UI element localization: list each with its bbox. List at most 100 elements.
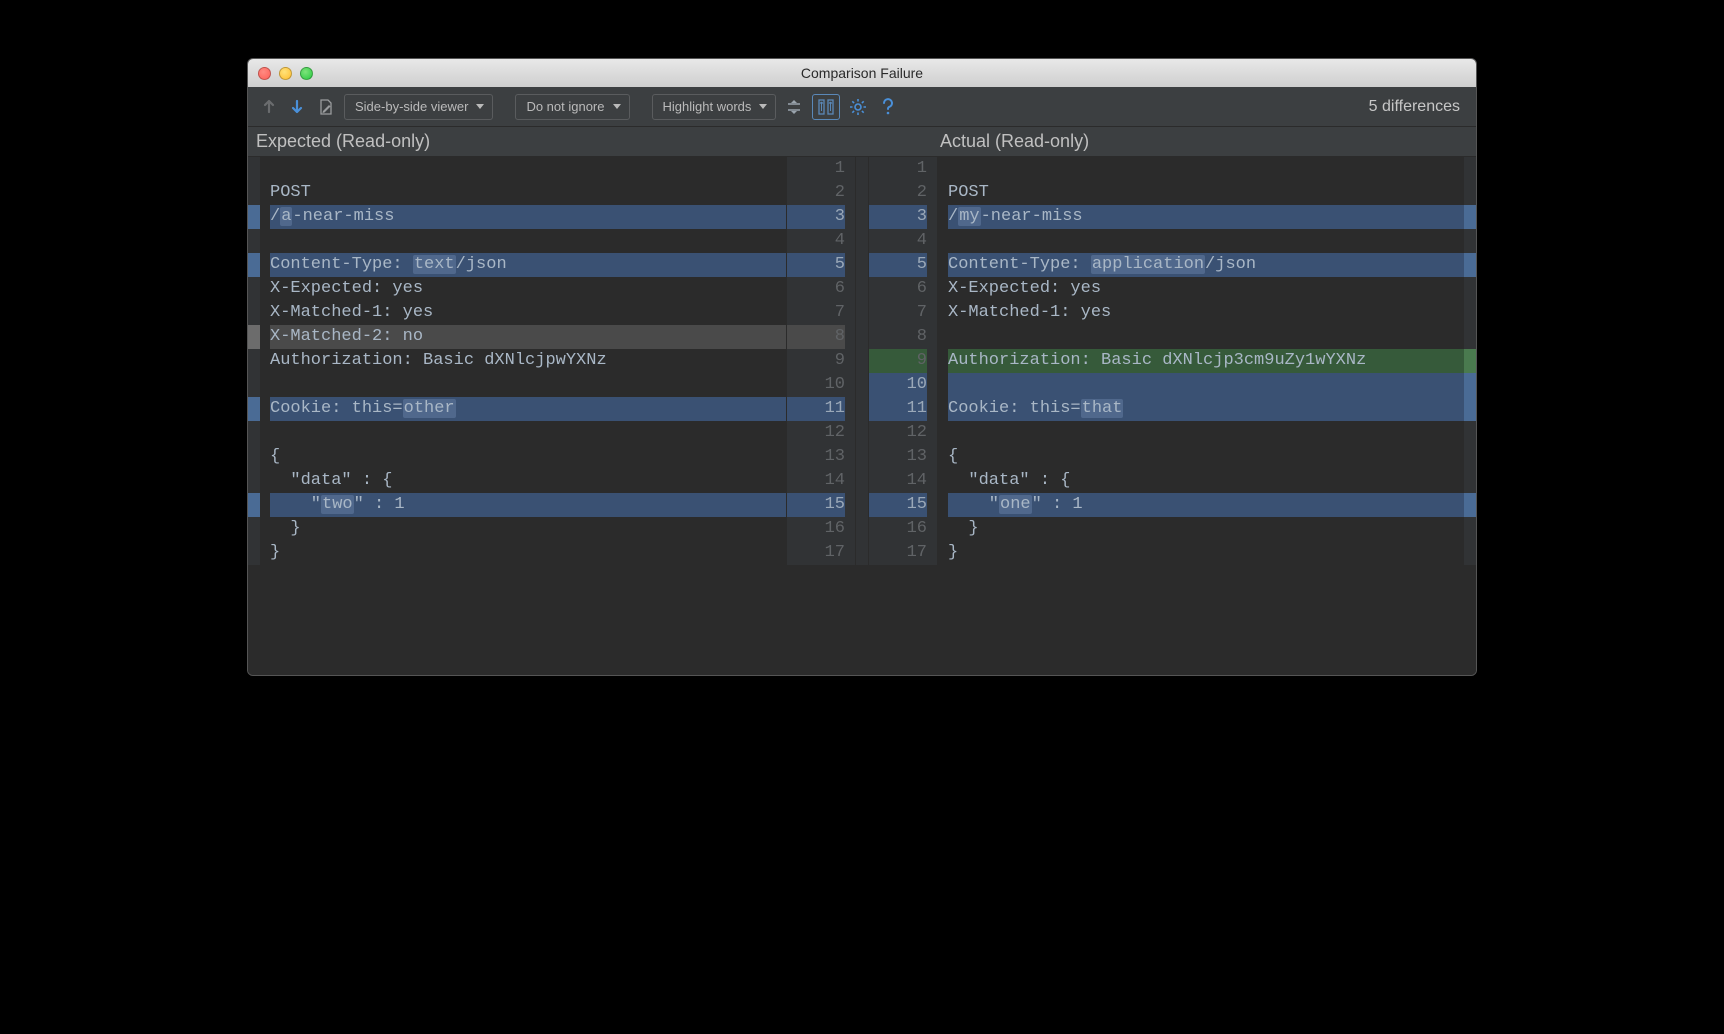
code-line: X-Expected: yes — [270, 277, 786, 301]
code-line: /a-near-miss — [270, 205, 786, 229]
line-number: 1 — [787, 157, 845, 181]
code-line: { — [270, 445, 786, 469]
code-line: Content-Type: text/json — [270, 253, 786, 277]
edit-file-icon[interactable] — [314, 95, 338, 119]
line-number: 5 — [869, 253, 927, 277]
diff-marker — [1464, 397, 1476, 421]
code-line: "two" : 1 — [270, 493, 786, 517]
code-line: /my-near-miss — [948, 205, 1464, 229]
code-line: X-Matched-2: no — [270, 325, 786, 349]
differences-count: 5 differences — [1369, 98, 1466, 116]
diff-marker — [1464, 445, 1476, 469]
line-number: 6 — [787, 277, 845, 301]
line-number: 7 — [869, 301, 927, 325]
line-number: 3 — [869, 205, 927, 229]
line-number: 14 — [869, 469, 927, 493]
ignore-dropdown[interactable]: Do not ignore — [515, 94, 629, 120]
code-line — [270, 157, 786, 181]
highlight-label: Highlight words — [663, 99, 752, 114]
next-diff-button[interactable] — [286, 96, 308, 118]
code-line: } — [270, 541, 786, 565]
diff-marker — [1464, 253, 1476, 277]
diff-marker — [1464, 541, 1476, 565]
diff-marker — [248, 301, 260, 325]
line-number: 8 — [787, 325, 845, 349]
diff-marker — [248, 469, 260, 493]
middle-gutter — [856, 157, 868, 565]
line-number: 15 — [869, 493, 927, 517]
code-line — [948, 325, 1464, 349]
line-number: 1 — [869, 157, 927, 181]
code-line: X-Matched-1: yes — [270, 301, 786, 325]
code-line: POST — [948, 181, 1464, 205]
code-line — [270, 229, 786, 253]
diff-body: POST/a-near-missContent-Type: text/jsonX… — [248, 157, 1476, 675]
line-number: 9 — [787, 349, 845, 373]
diff-marker — [248, 229, 260, 253]
diff-marker — [248, 397, 260, 421]
line-number: 14 — [787, 469, 845, 493]
left-code[interactable]: POST/a-near-missContent-Type: text/jsonX… — [260, 157, 786, 565]
code-line: Cookie: this=that — [948, 397, 1464, 421]
code-line: X-Matched-1: yes — [948, 301, 1464, 325]
diff-marker — [248, 253, 260, 277]
diff-marker — [1464, 325, 1476, 349]
code-line — [948, 421, 1464, 445]
right-code[interactable]: POST/my-near-miss Content-Type: applicati… — [938, 157, 1464, 565]
line-number: 2 — [869, 181, 927, 205]
line-number: 13 — [787, 445, 845, 469]
code-line: POST — [270, 181, 786, 205]
diff-marker — [1464, 229, 1476, 253]
code-line — [948, 229, 1464, 253]
diff-marker — [248, 493, 260, 517]
line-number: 9 — [869, 349, 927, 373]
line-number: 10 — [869, 373, 927, 397]
diff-marker — [1464, 517, 1476, 541]
diff-marker — [1464, 373, 1476, 397]
help-icon[interactable] — [876, 95, 900, 119]
code-line: "one" : 1 — [948, 493, 1464, 517]
chevron-down-icon — [759, 104, 767, 109]
view-mode-dropdown[interactable]: Side-by-side viewer — [344, 94, 493, 120]
diff-marker — [248, 373, 260, 397]
code-line: Authorization: Basic dXNlcjpwYXNz — [270, 349, 786, 373]
diff-marker — [1464, 157, 1476, 181]
diff-marker — [1464, 421, 1476, 445]
sync-scroll-toggle[interactable] — [812, 94, 840, 120]
line-number: 17 — [869, 541, 927, 565]
code-line: { — [948, 445, 1464, 469]
right-line-numbers: 1234567891011121314151617 — [868, 157, 938, 565]
line-number: 7 — [787, 301, 845, 325]
code-line: } — [948, 541, 1464, 565]
code-line: "data" : { — [948, 469, 1464, 493]
code-line: Content-Type: application/json — [948, 253, 1464, 277]
left-pane-title: Expected (Read-only) — [248, 131, 792, 152]
line-number: 6 — [869, 277, 927, 301]
collapse-unchanged-icon[interactable] — [782, 95, 806, 119]
toolbar: Side-by-side viewer Do not ignore Highli… — [248, 87, 1476, 127]
left-line-numbers: 1234567891011121314151617 — [786, 157, 856, 565]
prev-diff-button[interactable] — [258, 96, 280, 118]
diff-marker — [248, 517, 260, 541]
line-number: 17 — [787, 541, 845, 565]
diff-marker — [248, 181, 260, 205]
diff-marker — [1464, 349, 1476, 373]
code-line: Authorization: Basic dXNlcjp3cm9uZy1wYXN… — [948, 349, 1464, 373]
ignore-label: Do not ignore — [526, 99, 604, 114]
line-number: 12 — [869, 421, 927, 445]
line-number: 10 — [787, 373, 845, 397]
line-number: 5 — [787, 253, 845, 277]
line-number: 3 — [787, 205, 845, 229]
diff-marker — [1464, 493, 1476, 517]
diff-marker — [1464, 277, 1476, 301]
code-line: X-Expected: yes — [948, 277, 1464, 301]
chevron-down-icon — [613, 104, 621, 109]
line-number: 16 — [869, 517, 927, 541]
highlight-dropdown[interactable]: Highlight words — [652, 94, 777, 120]
line-number: 11 — [787, 397, 845, 421]
line-number: 8 — [869, 325, 927, 349]
settings-icon[interactable] — [846, 95, 870, 119]
line-number: 13 — [869, 445, 927, 469]
line-number: 15 — [787, 493, 845, 517]
line-number: 11 — [869, 397, 927, 421]
